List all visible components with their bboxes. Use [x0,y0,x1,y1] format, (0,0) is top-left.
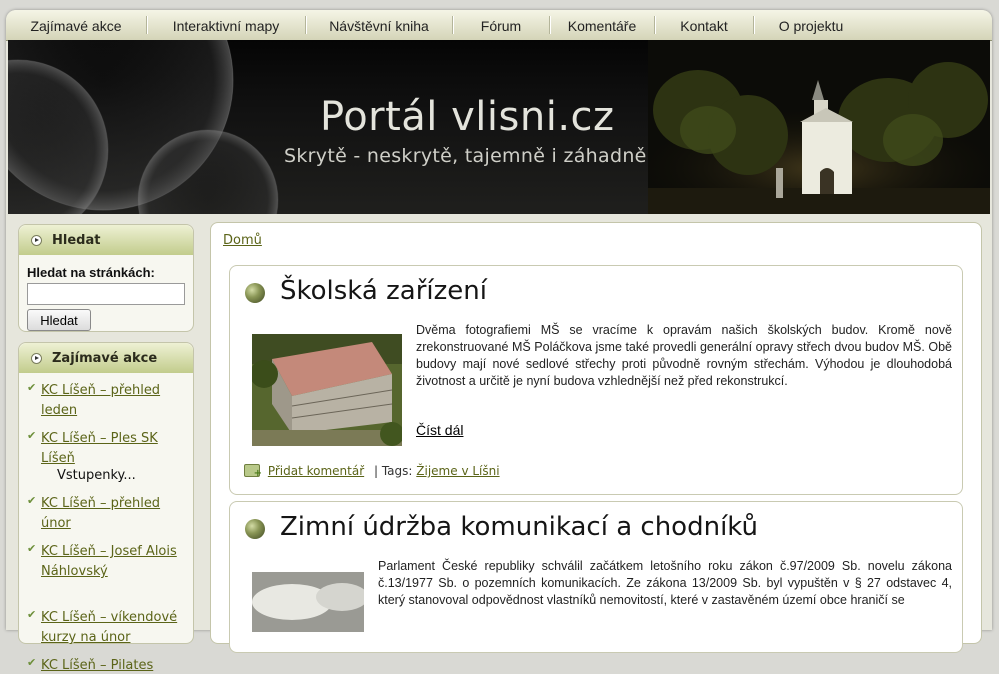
post-bullet-icon [245,283,265,303]
read-more-link[interactable]: Číst dál [416,422,463,438]
site-title: Portál vlisni.cz [320,94,615,140]
events-list: ✔ KC Líšeň – přehled leden ✔ KC Líšeň – … [19,373,193,674]
post-title[interactable]: Školská zařízení [280,276,487,306]
checkmark-icon: ✔ [27,381,37,394]
events-heading: Zajímavé akce [52,350,158,366]
tag-link[interactable]: Žijeme v Líšni [416,464,499,478]
nav-item-zajimave-akce[interactable]: Zajímavé akce [6,10,146,40]
nav-item-komentare[interactable]: Komentáře [550,10,654,40]
post-image-school[interactable] [252,334,402,446]
post-excerpt: Dvěma fotografiemi MŠ se vracíme k oprav… [416,323,952,388]
search-box-header: Hledat [19,225,193,255]
post-card: Školská zařízení Dvěma fotografiemi MŠ s… [229,265,963,495]
post-meta: + Přidat komentář | Tags: Žijeme v Líšni [244,464,500,479]
search-label: Hledat na stránkách: [27,265,155,280]
checkmark-icon: ✔ [27,608,37,621]
list-item: ✔ KC Líšeň – Pilates [19,654,193,674]
page-frame: Zajímavé akce Interaktivní mapy Návštěvn… [6,10,992,673]
site-subtitle: Skrytě - neskrytě, tajemně i záhadně [284,145,647,167]
checkmark-icon: ✔ [27,494,37,507]
event-link[interactable]: KC Líšeň – přehled leden [41,383,160,418]
add-comment-icon: + [244,464,262,479]
event-link[interactable]: KC Líšeň – Josef Alois Náhlovský [41,544,177,579]
header-banner: Portál vlisni.cz Skrytě - neskrytě, taje… [8,40,990,214]
nav-item-kontakt[interactable]: Kontakt [655,10,753,40]
events-box: Zajímavé akce ✔ KC Líšeň – přehled leden… [18,342,194,673]
post-bullet-icon [245,519,265,539]
nav-item-forum[interactable]: Fórum [453,10,549,40]
arrow-bullet-icon [31,234,42,246]
list-item: ✔ KC Líšeň – přehled únor [19,492,193,532]
breadcrumb-home[interactable]: Domů [223,233,262,248]
list-item: ✔ KC Líšeň – víkendové kurzy na únor [19,606,193,646]
post-title[interactable]: Zimní údržba komunikací a chodníků [280,512,758,542]
main-content: Domů Školská zařízení Dvěma fotografiemi… [210,222,982,653]
list-item: ✔ KC Líšeň – Ples SK Líšeň Vstupenky... [19,427,193,484]
nav-item-o-projektu[interactable]: O projektu [754,10,868,40]
nav-item-interaktivni-mapy[interactable]: Interaktivní mapy [147,10,305,40]
list-item: ✔ KC Líšeň – Josef Alois Náhlovský [19,540,193,580]
search-heading: Hledat [52,232,101,248]
event-link[interactable]: KC Líšeň – Pilates [41,658,153,673]
checkmark-icon: ✔ [27,656,37,669]
event-link[interactable]: KC Líšeň – přehled únor [41,496,160,531]
events-box-header: Zajímavé akce [19,343,193,373]
event-link[interactable]: KC Líšeň – víkendové kurzy na únor [41,610,177,645]
top-nav: Zajímavé akce Interaktivní mapy Návštěvn… [6,10,992,41]
tags-label: | Tags: [373,464,413,478]
arrow-bullet-icon [31,352,42,364]
post-excerpt: Parlament České republiky schválil začát… [378,559,952,607]
post-image-winter[interactable] [252,572,364,632]
nav-item-navstevni-kniha[interactable]: Návštěvní kniha [306,10,452,40]
checkmark-icon: ✔ [27,542,37,555]
post-card: Zimní údržba komunikací a chodníků Parla… [229,501,963,653]
search-box: Hledat Hledat na stránkách: Hledat [18,224,194,332]
event-link[interactable]: KC Líšeň – Ples SK Líšeň [41,431,158,466]
checkmark-icon: ✔ [27,429,37,442]
list-item: ✔ KC Líšeň – přehled leden [19,379,193,419]
add-comment-link[interactable]: Přidat komentář [268,464,364,478]
search-button[interactable]: Hledat [27,309,91,331]
event-note: Vstupenky... [57,468,136,483]
search-input[interactable] [27,283,185,305]
